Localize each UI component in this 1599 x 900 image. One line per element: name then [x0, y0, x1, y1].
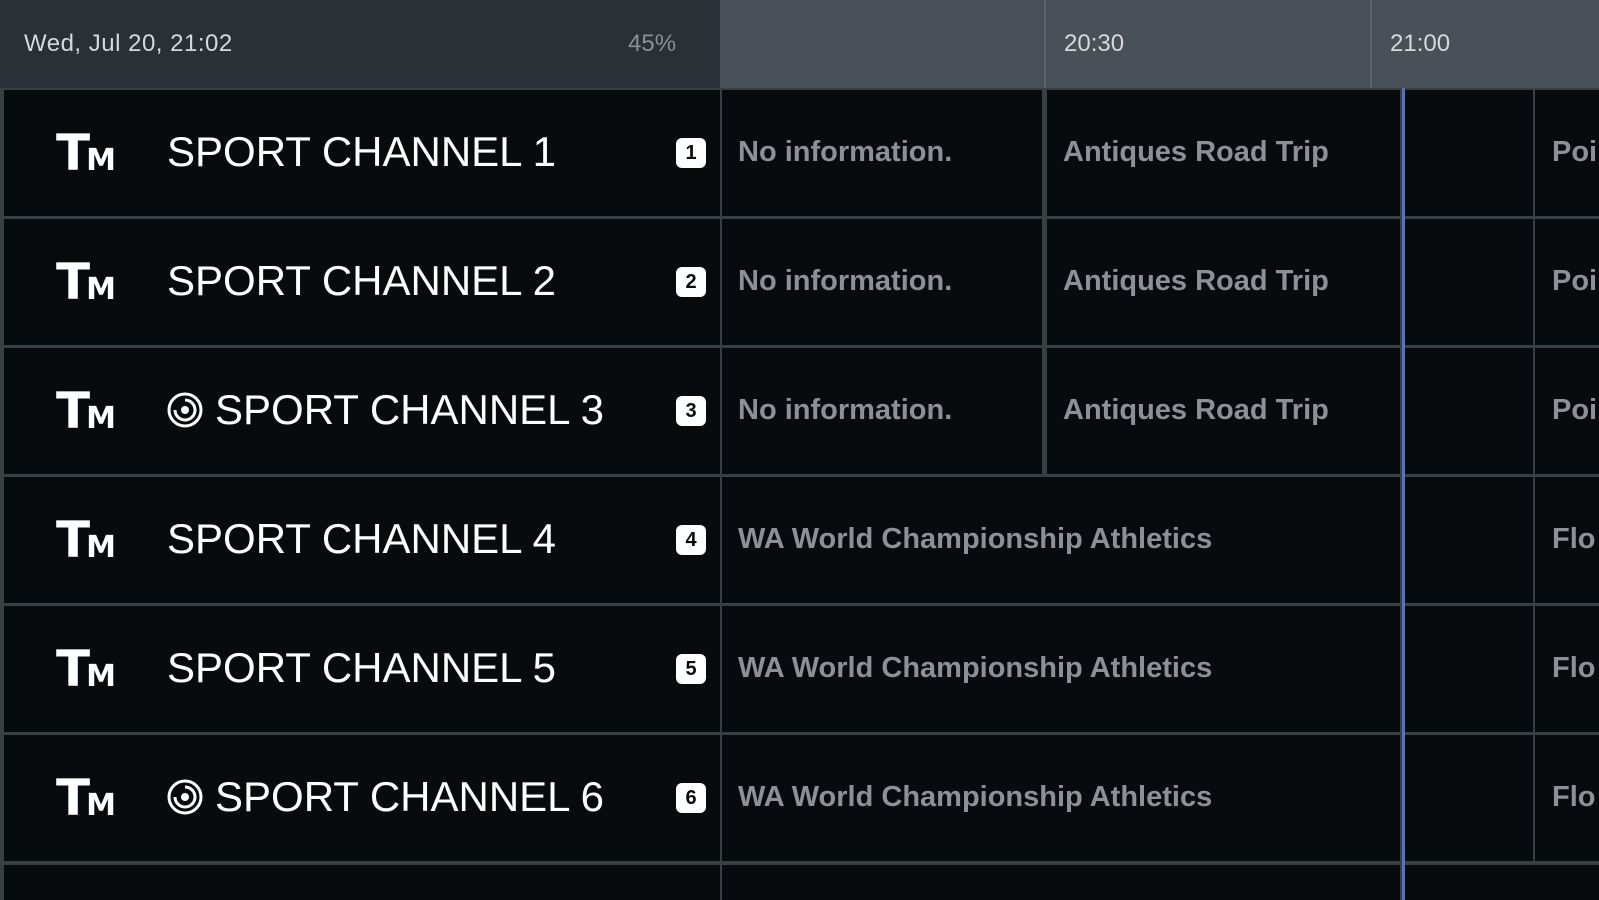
recording-icon — [167, 779, 203, 815]
channel-number-badge: 2 — [676, 267, 706, 297]
program-cell[interactable]: WA World Championship Athletics — [722, 735, 1400, 861]
program-cell[interactable] — [1405, 735, 1533, 861]
channel-name: SPORT CHANNEL 6 — [167, 773, 604, 821]
channel-name: SPORT CHANNEL 4 — [167, 515, 557, 562]
channel-name: SPORT CHANNEL 1 — [167, 128, 557, 175]
channel-cell[interactable]: TM SPORT CHANNEL 4 4 — [4, 477, 720, 603]
channel-number-badge: 6 — [676, 783, 706, 813]
program-cell[interactable]: WA World Championship Athletics — [722, 477, 1400, 603]
program-cell[interactable]: Poi — [1535, 219, 1599, 345]
channel-logo-icon: TM — [56, 769, 116, 827]
program-cell[interactable]: WA World Championship Athletics — [722, 606, 1400, 732]
channel-number-badge: 3 — [676, 396, 706, 426]
channel-cell[interactable]: TM SPORT CHANNEL 1 1 — [4, 90, 720, 216]
program-cell[interactable]: Flo — [1535, 477, 1599, 603]
status-bar: Wed, Jul 20, 21:02 45% — [0, 0, 720, 88]
channel-row: TM SPORT CHANNEL 3 3 No information. Ant… — [0, 348, 1599, 474]
program-cell[interactable]: Poi — [1535, 348, 1599, 474]
program-cell[interactable] — [1405, 219, 1533, 345]
channel-number-badge: 1 — [676, 138, 706, 168]
channel-logo-icon: TM — [56, 511, 116, 569]
channel-logo-icon: TM — [56, 640, 116, 698]
channel-row — [0, 865, 1599, 900]
timeline-header: 20:30 21:00 — [720, 0, 1599, 88]
program-cell[interactable]: No information. — [722, 219, 1042, 345]
program-cell[interactable]: No information. — [722, 90, 1042, 216]
channel-logo-icon: TM — [56, 253, 116, 311]
channel-name: SPORT CHANNEL 3 — [167, 386, 604, 434]
current-time-indicator — [1402, 88, 1405, 900]
channel-cell[interactable]: TM SPORT CHANNEL 5 5 — [4, 606, 720, 732]
time-slot-label: 21:00 — [1390, 30, 1451, 57]
channel-cell[interactable]: TM SPORT CHANNEL 6 6 — [4, 735, 720, 861]
program-cell[interactable]: No information. — [722, 348, 1042, 474]
epg-grid: TM SPORT CHANNEL 1 1 No information. Ant… — [0, 88, 1599, 900]
channel-row: TM SPORT CHANNEL 5 5 WA World Championsh… — [0, 606, 1599, 732]
channel-logo-icon: TM — [56, 124, 116, 182]
time-slot-label: 20:30 — [1064, 30, 1125, 57]
channel-logo-icon: TM — [56, 382, 116, 440]
program-cell[interactable]: Flo — [1535, 735, 1599, 861]
program-cell[interactable] — [1405, 606, 1533, 732]
program-cell[interactable]: Antiques Road Trip — [1047, 348, 1400, 474]
channel-row: TM SPORT CHANNEL 1 1 No information. Ant… — [0, 90, 1599, 216]
channel-number-badge: 4 — [676, 525, 706, 555]
program-cell[interactable]: Flo — [1535, 606, 1599, 732]
channel-name: SPORT CHANNEL 5 — [167, 644, 557, 691]
channel-name: SPORT CHANNEL 2 — [167, 257, 557, 304]
program-cell[interactable] — [1405, 865, 1599, 900]
program-cell[interactable] — [1405, 348, 1533, 474]
channel-row: TM SPORT CHANNEL 6 6 WA World Championsh… — [0, 735, 1599, 861]
program-cell[interactable]: Poi — [1535, 90, 1599, 216]
program-cell[interactable] — [1405, 90, 1533, 216]
program-cell[interactable] — [722, 865, 1400, 900]
current-datetime: Wed, Jul 20, 21:02 — [24, 30, 233, 57]
program-cell[interactable]: Antiques Road Trip — [1047, 219, 1400, 345]
recording-icon — [167, 392, 203, 428]
time-slot: 21:00 — [1370, 0, 1599, 88]
channel-number-badge: 5 — [676, 654, 706, 684]
guide-header: Wed, Jul 20, 21:02 45% 20:30 21:00 — [0, 0, 1599, 88]
time-slot: 20:30 — [1044, 0, 1370, 88]
program-cell[interactable]: Antiques Road Trip — [1047, 90, 1400, 216]
battery-level: 45% — [628, 30, 677, 57]
program-cell[interactable] — [1405, 477, 1533, 603]
channel-row: TM SPORT CHANNEL 4 4 WA World Championsh… — [0, 477, 1599, 603]
channel-row: TM SPORT CHANNEL 2 2 No information. Ant… — [0, 219, 1599, 345]
tv-guide: Wed, Jul 20, 21:02 45% 20:30 21:00 TM SP… — [0, 0, 1599, 900]
channel-cell[interactable]: TM SPORT CHANNEL 3 3 — [4, 348, 720, 474]
channel-cell[interactable] — [4, 865, 720, 900]
channel-cell[interactable]: TM SPORT CHANNEL 2 2 — [4, 219, 720, 345]
